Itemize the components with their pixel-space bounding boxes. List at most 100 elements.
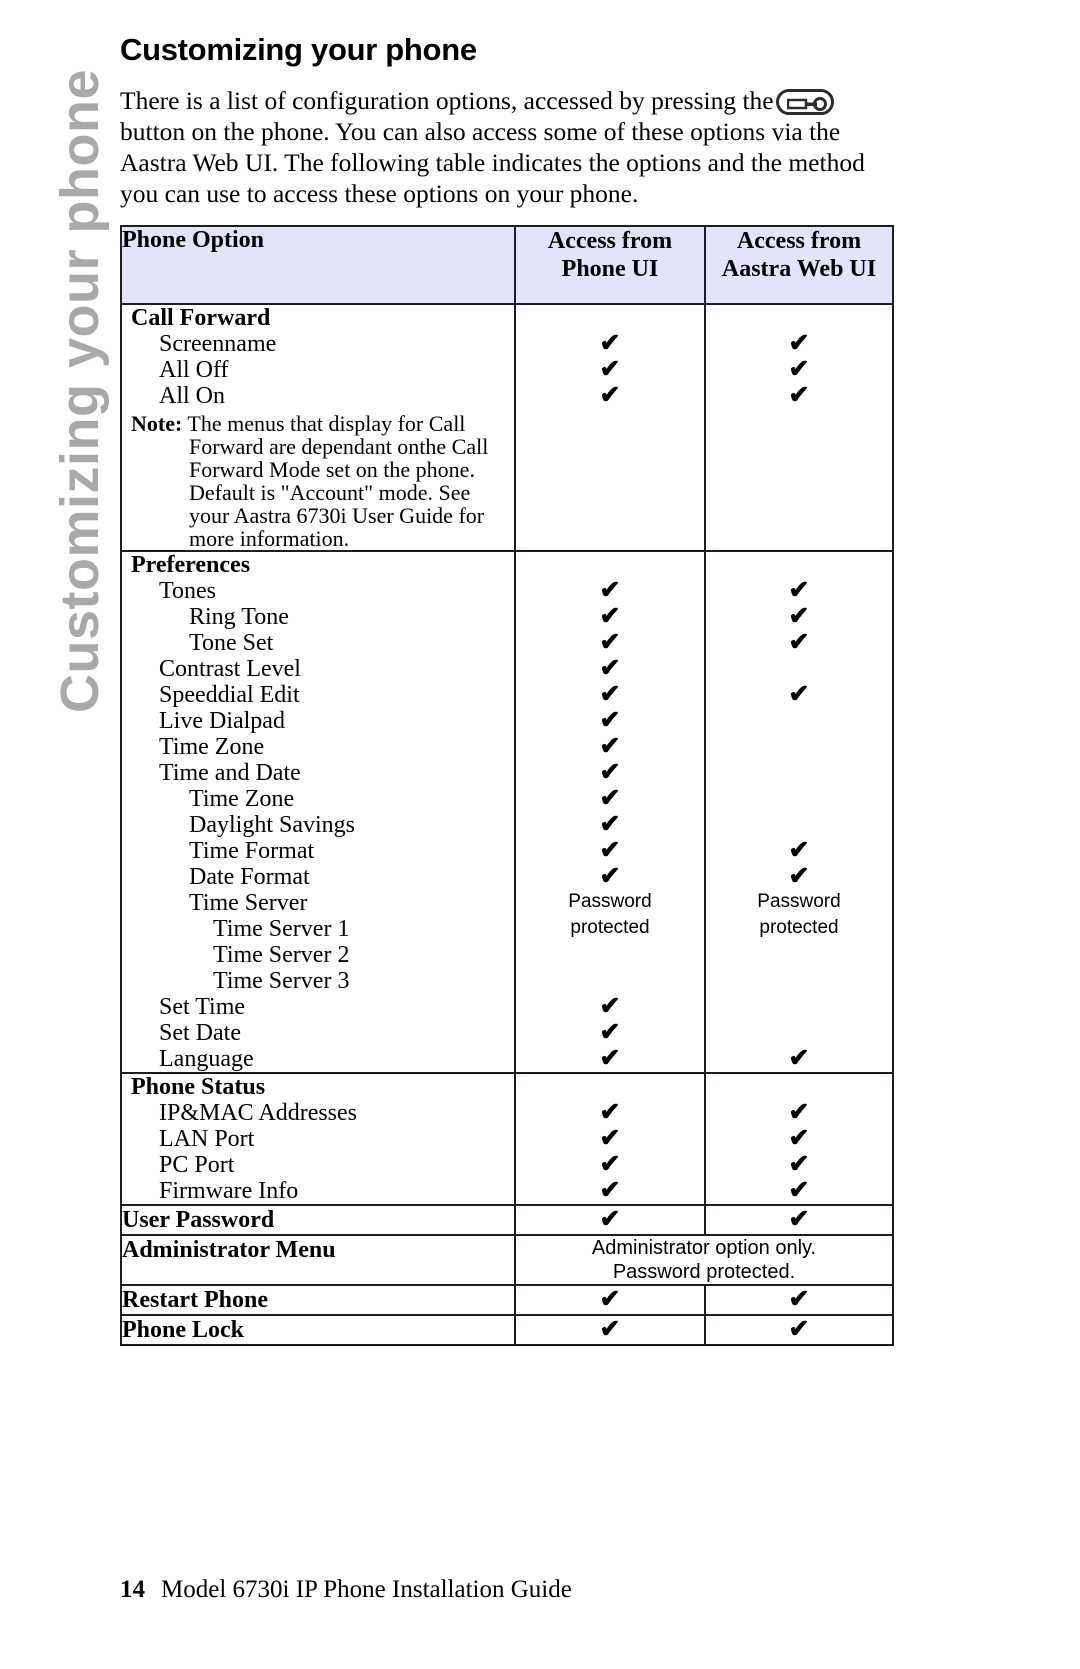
page-content: Customizing your phone There is a list o… xyxy=(120,0,1020,1347)
option-label: Time and Date xyxy=(159,760,301,787)
empty-mark-cell xyxy=(706,994,892,1020)
mark-note-text: protected xyxy=(759,917,839,939)
check-mark-cell: ✔ xyxy=(706,578,892,604)
check-icon: ✔ xyxy=(788,577,810,605)
options-button-icon xyxy=(775,89,834,116)
option-cell: Restart Phone xyxy=(120,1284,516,1317)
check-icon: ✔ xyxy=(788,863,810,891)
check-icon: ✔ xyxy=(599,629,621,657)
check-icon: ✔ xyxy=(599,785,621,813)
check-mark-cell: ✔ xyxy=(704,1284,894,1317)
check-icon: ✔ xyxy=(788,1125,810,1153)
option-label: Live Dialpad xyxy=(159,708,285,735)
check-icon: ✔ xyxy=(788,837,810,865)
option-cell: Administrator Menu xyxy=(120,1234,516,1287)
empty-mark-cell xyxy=(706,656,892,682)
option-label: Set Date xyxy=(159,1020,241,1047)
check-mark-cell: ✔ xyxy=(706,838,892,864)
table-row: Phone Status IP&MAC Addresses LAN Port PC P… xyxy=(120,1072,894,1207)
table-row: Preferences Tones Ring Tone Tone Set Contras… xyxy=(120,550,894,1075)
chapter-side-tab: Customizing your phone xyxy=(0,0,118,800)
check-icon: ✔ xyxy=(599,811,621,839)
col-head-line2: Aastra Web UI xyxy=(721,256,877,283)
empty-mark-cell xyxy=(516,942,704,968)
empty-mark-cell xyxy=(516,552,704,578)
mark-note-text: Password xyxy=(568,891,652,913)
check-mark-cell: ✔ xyxy=(706,1046,892,1072)
check-icon: ✔ xyxy=(599,1206,621,1234)
check-mark-cell: ✔ xyxy=(516,760,704,786)
empty-mark-cell xyxy=(706,552,892,578)
check-icon: ✔ xyxy=(599,707,621,735)
intro-paragraph: There is a list of configuration options… xyxy=(120,85,895,209)
check-icon: ✔ xyxy=(599,1177,621,1205)
check-icon: ✔ xyxy=(599,733,621,761)
check-icon: ✔ xyxy=(599,1286,621,1314)
option-label: Speeddial Edit xyxy=(159,682,300,709)
option-label: Time Zone xyxy=(189,786,295,813)
check-icon: ✔ xyxy=(788,681,810,709)
option-label: Preferences xyxy=(131,552,251,579)
option-cell: User Password xyxy=(120,1204,516,1237)
option-label: Contrast Level xyxy=(159,656,301,683)
check-icon: ✔ xyxy=(599,577,621,605)
phone-ui-cell: ✔ ✔ ✔ ✔ ✔ ✔ ✔ ✔ ✔ ✔ ✔ ✔ Password protected ✔ ✔ ✔ xyxy=(514,550,706,1075)
check-mark-cell: ✔ xyxy=(516,1100,704,1126)
check-mark-cell: ✔ xyxy=(516,994,704,1020)
note-line: Default is "Account" mode. See xyxy=(189,480,471,506)
check-icon: ✔ xyxy=(599,1125,621,1153)
table-row: Restart Phone ✔ ✔ xyxy=(120,1284,894,1317)
phone-options-table: Phone Option Access from Phone UI Access… xyxy=(120,225,894,1347)
intro-text-line1: There is a list of configuration options… xyxy=(120,86,774,116)
empty-mark-cell xyxy=(706,734,892,760)
check-mark-cell: ✔ xyxy=(514,1204,706,1237)
empty-mark-cell xyxy=(706,968,892,994)
check-icon: ✔ xyxy=(788,1151,810,1179)
section-note: Note: The menus that display for Call For… xyxy=(122,412,514,550)
note-line: more information. xyxy=(189,526,350,552)
note-line: Forward are dependant onthe Call xyxy=(189,434,489,460)
page-title: Customizing your phone xyxy=(120,32,477,67)
table-header-row: Phone Option Access from Phone UI Access… xyxy=(120,225,894,306)
mark-note-text: protected xyxy=(570,917,650,939)
empty-mark-cell xyxy=(706,812,892,838)
web-ui-cell: ✔ ✔ ✔ ✔ xyxy=(704,1072,894,1207)
option-label: Firmware Info xyxy=(159,1178,299,1205)
spanning-note-cell: Administrator option only. Password prote… xyxy=(514,1234,894,1287)
check-icon: ✔ xyxy=(788,603,810,631)
check-icon: ✔ xyxy=(788,1316,810,1344)
check-mark-cell: ✔ xyxy=(706,357,892,383)
option-label: Phone Status xyxy=(131,1074,266,1101)
check-mark-cell: ✔ xyxy=(706,1178,892,1204)
option-label: All On xyxy=(159,383,225,410)
option-label: Ring Tone xyxy=(189,604,289,631)
option-label: Daylight Savings xyxy=(189,812,355,839)
option-label: IP&MAC Addresses xyxy=(159,1100,358,1127)
note-line: Note: The menus that display for Call xyxy=(131,411,466,437)
check-icon: ✔ xyxy=(599,1316,621,1344)
check-mark-cell: ✔ xyxy=(516,656,704,682)
column-header-access-web-ui: Access from Aastra Web UI xyxy=(704,225,894,306)
check-mark-cell: ✔ xyxy=(516,682,704,708)
check-mark-cell: ✔ xyxy=(516,864,704,890)
check-icon: ✔ xyxy=(788,1099,810,1127)
web-ui-cell: ✔ ✔ ✔ ✔ ✔ ✔ Password protected ✔ xyxy=(704,550,894,1075)
check-icon: ✔ xyxy=(599,356,621,384)
footer-guide-title: Model 6730i IP Phone Installation Guide xyxy=(161,1576,572,1603)
check-icon: ✔ xyxy=(599,837,621,865)
option-label: Time Server 2 xyxy=(213,942,350,969)
column-header-access-phone-ui: Access from Phone UI xyxy=(514,225,706,306)
empty-mark-cell xyxy=(706,1074,892,1100)
check-icon: ✔ xyxy=(788,356,810,384)
empty-mark-cell xyxy=(516,1074,704,1100)
phone-ui-cell: ✔ ✔ ✔ xyxy=(514,303,706,553)
check-mark-cell: ✔ xyxy=(704,1314,894,1347)
empty-mark-cell xyxy=(706,1020,892,1046)
check-mark-cell: ✔ xyxy=(516,1178,704,1204)
check-mark-cell: ✔ xyxy=(706,1126,892,1152)
check-icon: ✔ xyxy=(599,681,621,709)
mark-note-text: Password xyxy=(757,891,841,913)
check-mark-cell: ✔ xyxy=(516,812,704,838)
check-icon: ✔ xyxy=(788,629,810,657)
note-line: your Aastra 6730i User Guide for xyxy=(189,503,485,529)
